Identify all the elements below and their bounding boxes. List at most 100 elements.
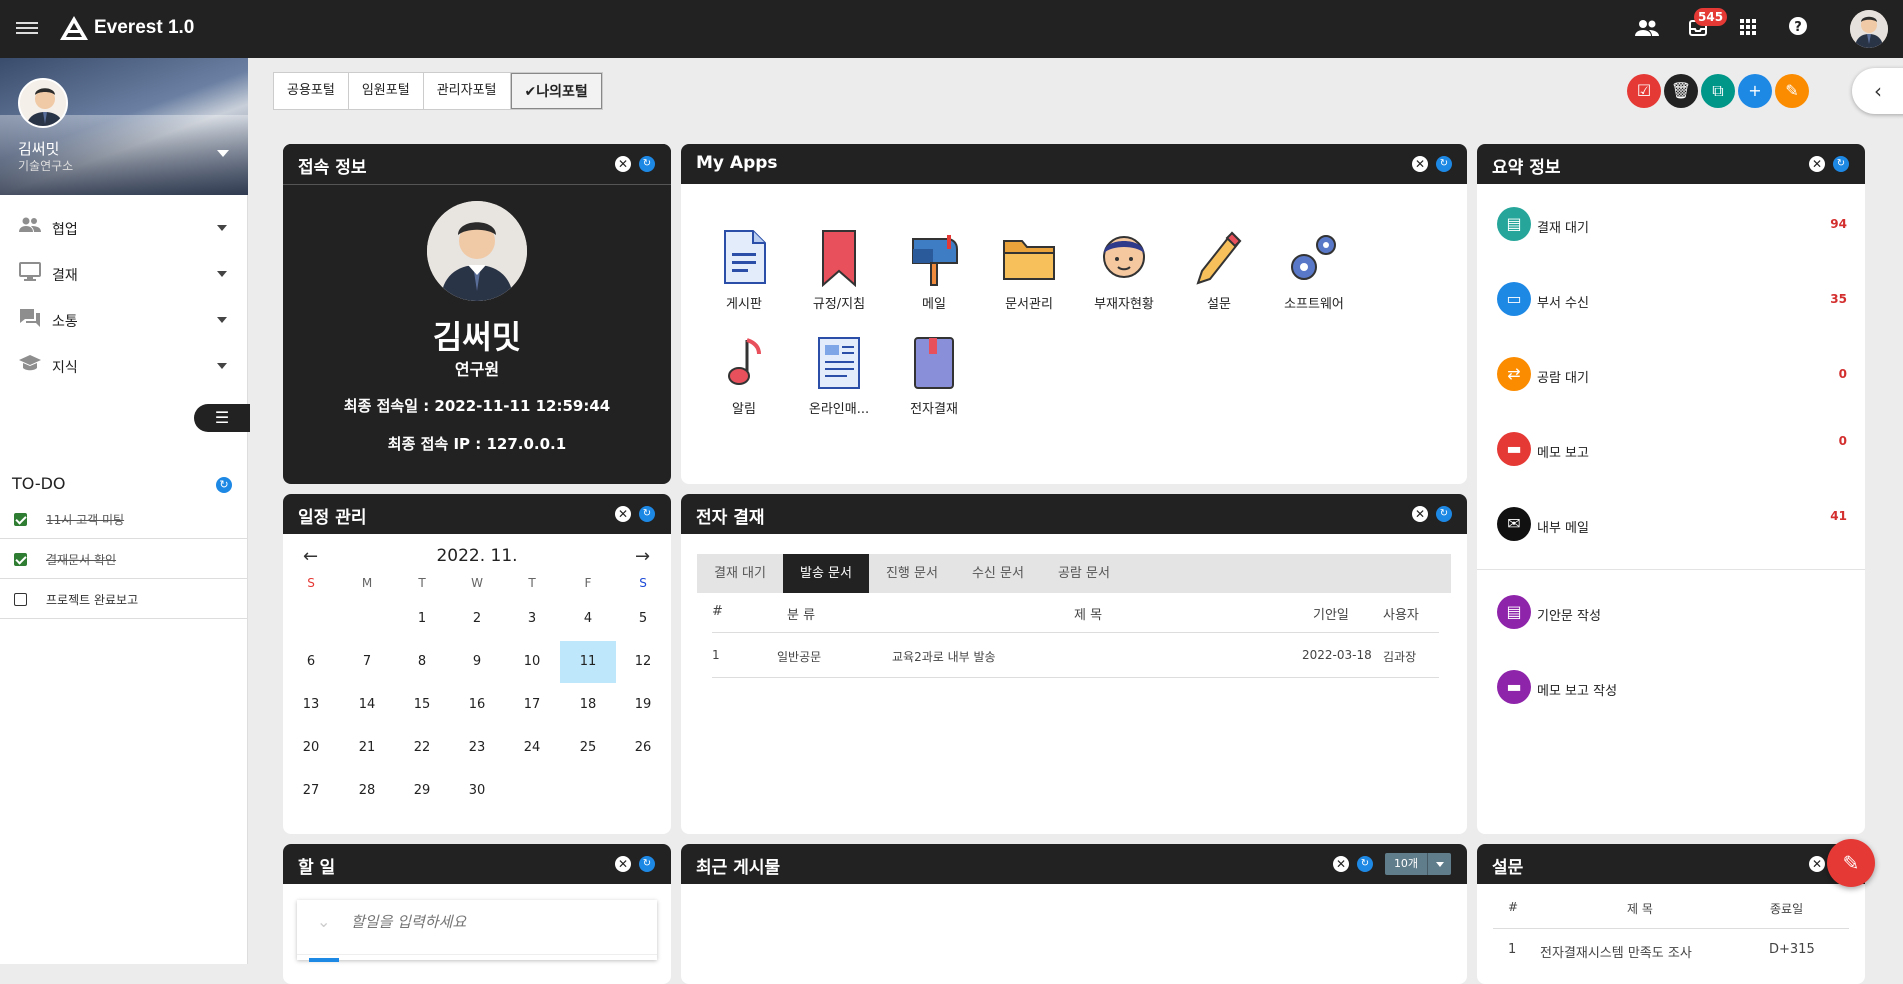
delete-button[interactable]: 🗑 [1664,74,1698,108]
calendar-day[interactable]: 3 [504,598,560,640]
calendar-day[interactable]: 27 [283,770,339,812]
calendar-day[interactable]: 14 [339,684,395,726]
todo-checkbox[interactable] [14,593,27,606]
summary-item-pending-approval[interactable]: ▤ 결재 대기 94 [1497,207,1847,247]
user-avatar[interactable] [1850,10,1888,48]
chevron-down-icon[interactable]: ⌄ [317,912,330,931]
calendar-day[interactable]: 9 [449,641,505,683]
app-software[interactable]: 소프트웨어 [1269,229,1359,329]
copy-button[interactable]: ⧉ [1701,74,1735,108]
close-icon[interactable]: ✕ [1412,506,1428,522]
compose-memo-button[interactable]: ▬ 메모 보고 작성 [1497,670,1847,710]
app-online-manual[interactable]: 온라인매... [794,334,884,434]
calendar-day[interactable]: 28 [339,770,395,812]
tab-public-portal[interactable]: 공용포털 [274,73,349,109]
summary-item-internal-mail[interactable]: ✉ 내부 메일 41 [1497,507,1847,547]
app-rules[interactable]: 규정/지침 [794,229,884,329]
calendar-day[interactable]: 4 [560,598,616,640]
help-icon[interactable]: ? [1785,17,1811,43]
summary-item-memo-report[interactable]: ▬ 메모 보고 0 [1497,432,1847,472]
tab-in-progress[interactable]: 진행 문서 [869,554,955,593]
calendar-day[interactable]: 29 [394,770,450,812]
calendar-day[interactable]: 16 [449,684,505,726]
calendar-day[interactable]: 15 [394,684,450,726]
close-icon[interactable]: ✕ [1809,856,1825,872]
refresh-icon[interactable]: ↻ [1436,506,1452,522]
calendar-day[interactable]: 20 [283,727,339,769]
tab-pending[interactable]: 결재 대기 [697,554,783,593]
close-icon[interactable]: ✕ [1333,856,1349,872]
right-panel-toggle[interactable]: ‹ [1852,68,1903,114]
hamburger-menu-icon[interactable] [16,19,38,39]
todo-checkbox[interactable] [14,513,27,526]
calendar-day[interactable]: 22 [394,727,450,769]
sidebar-item-approval[interactable]: 결재 [0,254,248,294]
sidebar-collapse-button[interactable]: ☰ [194,404,250,432]
app-survey[interactable]: 설문 [1174,229,1264,329]
calendar-day[interactable]: 7 [339,641,395,683]
close-icon[interactable]: ✕ [615,856,631,872]
calendar-day[interactable]: 18 [560,684,616,726]
add-button[interactable]: + [1738,74,1772,108]
sidebar-item-knowledge[interactable]: 지식 [0,346,248,386]
edit-button[interactable]: ✎ [1775,74,1809,108]
todo-checkbox[interactable] [14,553,27,566]
table-row[interactable]: 1 전자결재시스템 만족도 조사 D+315 [1493,929,1849,969]
tab-my-portal[interactable]: ✔나의포털 [510,73,602,109]
check-square-button[interactable]: ☑ [1627,74,1661,108]
app-e-approval[interactable]: 전자결재 [889,334,979,434]
refresh-icon[interactable]: ↻ [1833,156,1849,172]
refresh-icon[interactable]: ↻ [639,156,655,172]
close-icon[interactable]: ✕ [615,156,631,172]
floating-edit-button[interactable]: ✎ [1827,839,1875,887]
calendar-day[interactable]: 6 [283,641,339,683]
profile-dropdown-caret[interactable] [217,150,229,157]
calendar-day[interactable]: 1 [394,598,450,640]
close-icon[interactable]: ✕ [1809,156,1825,172]
tab-received[interactable]: 수신 문서 [955,554,1041,593]
refresh-icon[interactable]: ↻ [216,477,232,493]
calendar-day[interactable]: 19 [615,684,671,726]
summary-item-dept-received[interactable]: ▭ 부서 수신 35 [1497,282,1847,322]
tab-sent[interactable]: 발송 문서 [782,554,869,593]
refresh-icon[interactable]: ↻ [1436,156,1452,172]
sidebar-item-comm[interactable]: 소통 [0,300,248,340]
tab-circulation[interactable]: 공람 문서 [1041,554,1127,593]
compose-draft-button[interactable]: ▤ 기안문 작성 [1497,595,1847,635]
calendar-day[interactable]: 13 [283,684,339,726]
calendar-day[interactable]: 12 [615,641,671,683]
calendar-day[interactable]: 25 [560,727,616,769]
app-mail[interactable]: 메일 [889,229,979,329]
calendar-day[interactable]: 2 [449,598,505,640]
calendar-day[interactable]: 21 [339,727,395,769]
next-month-arrow-icon[interactable]: → [635,546,650,567]
calendar-day[interactable]: 24 [504,727,560,769]
refresh-icon[interactable]: ↻ [639,506,655,522]
sidebar-item-label: 협업 [52,222,78,238]
refresh-icon[interactable]: ↻ [639,856,655,872]
calendar-day-today[interactable]: 11 [560,641,616,683]
summary-item-circulation-wait[interactable]: ⇄ 공람 대기 0 [1497,357,1847,397]
app-absence[interactable]: 부재자현황 [1079,229,1169,329]
app-board[interactable]: 게시판 [699,229,789,329]
close-icon[interactable]: ✕ [1412,156,1428,172]
app-alarm[interactable]: 알림 [699,334,789,434]
table-row[interactable]: 1 일반공문 교육2과로 내부 발송 2022-03-18 김과장 [712,633,1439,677]
close-icon[interactable]: ✕ [615,506,631,522]
calendar-day[interactable]: 30 [449,770,505,812]
calendar-day[interactable]: 10 [504,641,560,683]
tab-executive-portal[interactable]: 임원포털 [349,73,424,109]
people-icon[interactable] [1634,17,1660,43]
refresh-icon[interactable]: ↻ [1357,856,1373,872]
calendar-day[interactable]: 26 [615,727,671,769]
task-input[interactable] [351,910,641,934]
calendar-day[interactable]: 17 [504,684,560,726]
page-size-select[interactable]: 10개 [1385,853,1451,875]
calendar-day[interactable]: 5 [615,598,671,640]
apps-grid-icon[interactable] [1735,17,1761,43]
tab-admin-portal[interactable]: 관리자포털 [424,73,511,109]
calendar-day[interactable]: 8 [394,641,450,683]
calendar-day[interactable]: 23 [449,727,505,769]
sidebar-item-collab[interactable]: 협업 [0,208,248,248]
app-documents[interactable]: 문서관리 [984,229,1074,329]
